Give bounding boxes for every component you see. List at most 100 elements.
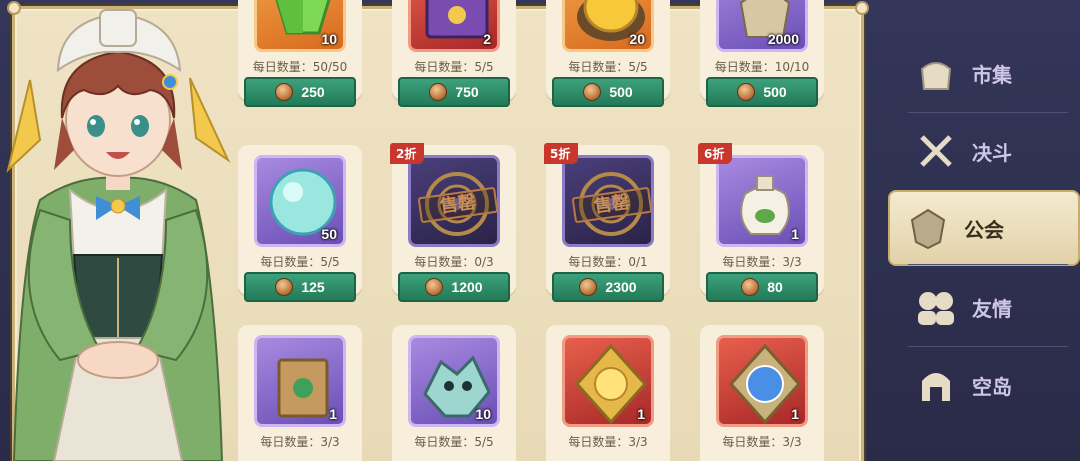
nav-tab[interactable]: 空岛	[898, 350, 1078, 420]
daily-limit-label: 每日数量：	[260, 435, 321, 449]
nav-tab[interactable]: 决斗	[898, 116, 1078, 186]
buy-button[interactable]: 500	[706, 77, 818, 107]
corner-ornament	[855, 1, 869, 15]
daily-limit-value: 10/10	[774, 60, 810, 74]
shopkeeper-character	[0, 0, 236, 461]
item-icon-frame: 2	[408, 0, 500, 52]
daily-limit-label: 每日数量：	[722, 435, 783, 449]
nav-tab[interactable]: 市集	[898, 38, 1078, 108]
item-quantity: 1	[637, 406, 645, 422]
nav-divider	[908, 346, 1068, 347]
buy-button[interactable]: 125	[244, 272, 356, 302]
item-icon-frame: 10	[254, 0, 346, 52]
coin-icon	[275, 278, 294, 296]
shop-item-grid: 10 每日数量：50/50 250 2 每日数量：5/5 750 20 每日数量：5/5 500…	[238, 0, 838, 461]
shop-item-card[interactable]: 20 每日数量：5/5 500	[546, 0, 670, 107]
item-icon-frame: 2000	[716, 0, 808, 52]
daily-limit-value: 0/1	[628, 255, 648, 269]
item-icon-frame: 1	[254, 335, 346, 427]
daily-limit-label: 每日数量：	[414, 435, 475, 449]
coin-icon	[741, 278, 760, 296]
item-quantity: 1	[329, 406, 337, 422]
emblem-icon	[565, 172, 651, 244]
item-quantity: 10	[321, 31, 337, 47]
daily-limit-value: 3/3	[782, 255, 802, 269]
daily-limit-value: 5/5	[474, 435, 494, 449]
nav-divider	[908, 264, 1068, 265]
nav-tab[interactable]: 友情	[898, 272, 1078, 342]
shop-item-card[interactable]: 50 每日数量：5/5 125	[238, 145, 362, 302]
daily-limit-text: 每日数量：3/3	[700, 253, 824, 270]
discount-tag: 6折	[698, 143, 733, 164]
daily-limit-label: 每日数量：	[568, 60, 629, 74]
coin-icon	[425, 278, 444, 296]
price-value: 80	[767, 279, 783, 295]
item-quantity: 2	[483, 31, 491, 47]
buy-button[interactable]: 750	[398, 77, 510, 107]
nav-tab-label: 决斗	[972, 140, 1012, 165]
price-value: 500	[763, 84, 787, 100]
shop-item-card[interactable]: 1 每日数量：3/3	[238, 325, 362, 461]
shop-item-card[interactable]: 10 每日数量：5/5	[392, 325, 516, 461]
daily-limit-value: 3/3	[320, 435, 340, 449]
nav-tab-label: 友情	[972, 296, 1012, 321]
buy-button[interactable]: 1200	[398, 272, 510, 302]
shop-item-card[interactable]: 2000 每日数量：10/10 500	[700, 0, 824, 107]
item-quantity: 1	[791, 226, 799, 242]
nav-tab-label: 市集	[972, 62, 1012, 87]
nav-tab-label: 空岛	[972, 374, 1012, 399]
item-icon-frame: 售罄	[408, 155, 500, 247]
daily-limit-value: 0/3	[474, 255, 494, 269]
item-quantity: 2000	[767, 31, 799, 47]
daily-limit-text: 每日数量：3/3	[238, 433, 362, 450]
buy-button[interactable]: 500	[552, 77, 664, 107]
daily-limit-label: 每日数量：	[568, 255, 629, 269]
coin-icon	[583, 83, 602, 101]
shop-item-card[interactable]: 5折 售罄每日数量：0/1 2300	[544, 143, 670, 302]
daily-limit-label: 每日数量：	[252, 60, 313, 74]
shop-item-card[interactable]: 6折 1 每日数量：3/3 80	[698, 143, 824, 302]
buy-button[interactable]: 2300	[552, 272, 664, 302]
coin-icon	[579, 278, 598, 296]
daily-limit-text: 每日数量：0/1	[546, 253, 670, 270]
price-value: 250	[301, 84, 325, 100]
item-quantity: 10	[475, 406, 491, 422]
price-value: 2300	[605, 279, 637, 295]
daily-limit-label: 每日数量：	[260, 255, 321, 269]
discount-tag: 5折	[544, 143, 579, 164]
friends-icon	[914, 285, 958, 329]
daily-limit-text: 每日数量：5/5	[392, 58, 516, 75]
nav-divider	[908, 112, 1068, 113]
daily-limit-text: 每日数量：10/10	[700, 58, 824, 75]
daily-limit-label: 每日数量：	[568, 435, 629, 449]
coin-icon	[737, 83, 756, 101]
daily-limit-label: 每日数量：	[714, 60, 775, 74]
discount-tag: 2折	[390, 143, 425, 164]
daily-limit-text: 每日数量：50/50	[238, 58, 362, 75]
shop-category-nav: 市集决斗公会友情空岛	[868, 0, 1080, 461]
item-icon-frame: 50	[254, 155, 346, 247]
daily-limit-text: 每日数量：3/3	[546, 433, 670, 450]
daily-limit-text: 每日数量：0/3	[392, 253, 516, 270]
daily-limit-text: 每日数量：5/5	[238, 253, 362, 270]
price-value: 500	[609, 84, 633, 100]
nav-tab[interactable]: 公会	[888, 190, 1080, 266]
shop-item-card[interactable]: 2 每日数量：5/5 750	[392, 0, 516, 107]
shop-item-card[interactable]: 1 每日数量：3/3	[700, 325, 824, 461]
shop-item-card[interactable]: 1 每日数量：3/3	[546, 325, 670, 461]
buy-button[interactable]: 80	[706, 272, 818, 302]
daily-limit-text: 每日数量：5/5	[546, 58, 670, 75]
item-icon-frame: 1	[716, 155, 808, 247]
price-value: 750	[455, 84, 479, 100]
shop-item-card[interactable]: 2折 售罄每日数量：0/3 1200	[390, 143, 516, 302]
coin-icon	[429, 83, 448, 101]
item-icon-frame: 20	[562, 0, 654, 52]
buy-button[interactable]: 250	[244, 77, 356, 107]
guild-crest-icon	[906, 206, 950, 250]
daily-limit-text: 每日数量：3/3	[700, 433, 824, 450]
item-quantity: 50	[321, 226, 337, 242]
item-icon-frame: 1	[716, 335, 808, 427]
item-icon-frame: 售罄	[562, 155, 654, 247]
shop-item-card[interactable]: 10 每日数量：50/50 250	[238, 0, 362, 107]
price-value: 125	[301, 279, 325, 295]
